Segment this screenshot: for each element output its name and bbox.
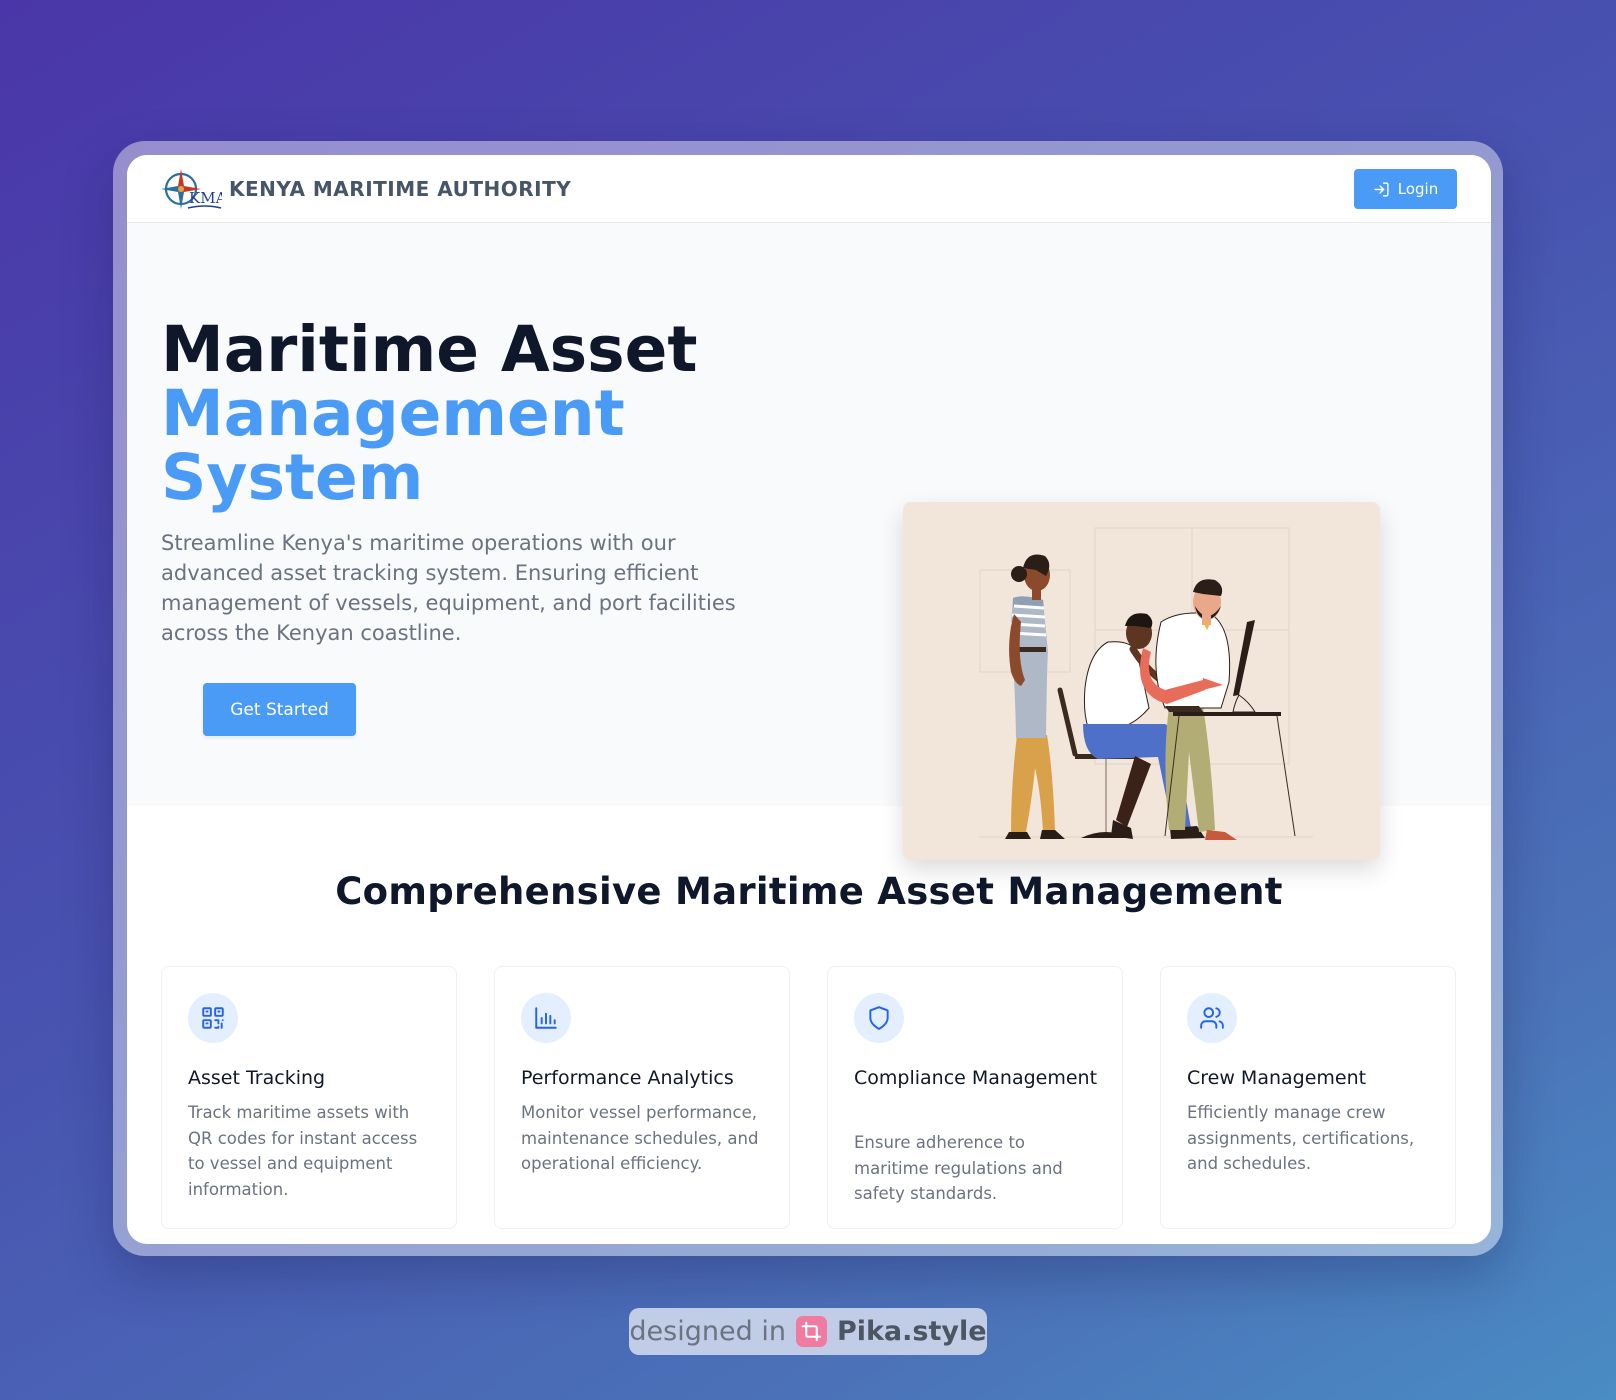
hero-description: Streamline Kenya's maritime operations w… — [161, 531, 736, 645]
card-description: Ensure adherence to maritime regulations… — [854, 1133, 1063, 1203]
features-title: Comprehensive Maritime Asset Management — [335, 870, 1283, 913]
login-label: Login — [1397, 180, 1439, 198]
pika-watermark: designed in Pika.style — [629, 1308, 987, 1355]
team-at-workstation-illustration — [903, 502, 1380, 860]
card-icon-wrap — [188, 993, 238, 1043]
login-button[interactable]: Login — [1354, 169, 1457, 209]
card-title: Compliance Management — [854, 1067, 1098, 1089]
users-icon — [1200, 1007, 1224, 1029]
card-description: Monitor vessel performance, maintenance … — [521, 1103, 759, 1173]
kma-logo: KMA — [161, 169, 222, 209]
log-in-icon — [1374, 181, 1389, 197]
watermark-prefix: designed in — [629, 1316, 786, 1347]
card-description: Efficiently manage crew assignments, cer… — [1187, 1103, 1415, 1173]
card-description: Track maritime assets with QR codes for … — [188, 1103, 418, 1199]
svg-text:KMA: KMA — [189, 189, 222, 207]
feature-card-performance-analytics[interactable]: Performance Analytics Monitor vessel per… — [494, 966, 790, 1229]
get-started-button[interactable]: Get Started — [203, 683, 356, 736]
watermark-brand: Pika.style — [836, 1316, 987, 1347]
card-title: Crew Management — [1187, 1067, 1367, 1089]
shield-icon — [869, 1006, 889, 1030]
brand-name: KENYA MARITIME AUTHORITY — [229, 177, 572, 201]
card-icon-wrap — [854, 993, 904, 1043]
card-title: Asset Tracking — [188, 1067, 326, 1089]
feature-card-crew-management[interactable]: Crew Management Efficiently manage crew … — [1160, 966, 1456, 1229]
card-icon-wrap — [521, 993, 571, 1043]
browser-window: KMA KENYA MARITIME AUTHORITY Login Marit… — [127, 155, 1491, 1244]
card-title: Performance Analytics — [521, 1067, 734, 1089]
hero-title-line1: Maritime Asset — [161, 313, 698, 386]
crop-icon — [795, 1316, 827, 1347]
hero-section: Maritime Asset Management System Streaml… — [127, 223, 1491, 860]
card-icon-wrap — [1187, 993, 1237, 1043]
bar-chart-icon — [535, 1007, 557, 1029]
feature-card-asset-tracking[interactable]: Asset Tracking Track maritime assets wit… — [161, 966, 457, 1229]
qr-code-icon — [202, 1007, 224, 1029]
hero-title: Maritime Asset Management System — [161, 318, 697, 510]
top-navbar: KMA KENYA MARITIME AUTHORITY Login — [127, 155, 1491, 223]
hero-title-line3: System — [161, 441, 424, 514]
brand[interactable]: KMA KENYA MARITIME AUTHORITY — [160, 166, 571, 212]
feature-card-compliance-management[interactable]: Compliance Management Ensure adherence t… — [827, 966, 1123, 1229]
hero-title-line2: Management — [161, 377, 625, 450]
